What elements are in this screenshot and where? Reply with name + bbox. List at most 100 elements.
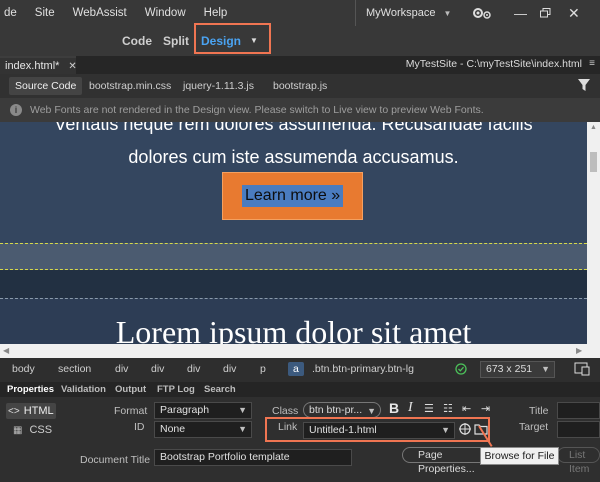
scroll-right-icon[interactable]: ▶ [576,346,582,355]
menu-item-window[interactable]: Window [137,7,196,19]
valid-check-icon [455,363,467,378]
tag-div[interactable]: div [151,363,164,375]
code-brackets-icon: <> [8,405,20,417]
format-value: Paragraph [160,404,210,416]
window-size-select[interactable]: 673 x 251 ▼ [480,361,555,378]
document-title-label: Document Title [80,454,151,466]
design-highlight-box [194,23,271,54]
section-divider [0,243,587,270]
document-tab-bar: index.html* ✕ MyTestSite - C:\myTestSite… [0,56,600,74]
italic-button[interactable]: I [408,400,413,416]
horizontal-scrollbar[interactable]: ◀ ▶ [0,344,600,358]
panel-tabs: Properties Validation Output FTP Log Sea… [0,382,600,397]
outdent-icon[interactable]: ⇤ [462,402,471,415]
document-tab[interactable]: index.html* ✕ [0,56,77,74]
bold-button[interactable]: B [389,400,399,416]
vertical-scrollbar[interactable]: ▲ [587,122,600,344]
view-switcher-bar: Code Split Design ▼ [0,26,600,56]
tab-menu-icon[interactable]: ≡ [589,58,595,69]
tag-div[interactable]: div [187,363,200,375]
document-title-input[interactable]: Bootstrap Portfolio template [154,449,352,466]
related-file-jquery[interactable]: jquery-1.11.3.js [183,80,254,92]
site-path: MyTestSite - C:\myTestSite\index.html [405,58,582,70]
page-properties-button[interactable]: Page Properties... [402,447,490,475]
chevron-down-icon: ▼ [367,406,376,416]
list-item-button[interactable]: List Item [557,447,600,475]
document-title-value: Bootstrap Portfolio template [160,451,290,463]
menu-bar: de Site WebAssist Window Help MyWorkspac… [0,0,600,26]
chevron-down-icon: ▼ [443,8,452,18]
tab-validation[interactable]: Validation [61,384,106,395]
target-label: Target [519,421,549,433]
separator [355,0,356,26]
learn-more-button[interactable]: Learn more » [222,172,363,220]
tab-search[interactable]: Search [204,384,236,395]
class-select[interactable]: btn btn-pr... ▼ [303,402,381,418]
title-input[interactable] [557,402,600,419]
code-view-button[interactable]: Code [122,34,152,48]
format-select[interactable]: Paragraph ▼ [154,402,252,419]
format-label: Format [114,405,148,417]
chevron-down-icon: ▼ [238,424,247,434]
scroll-thumb[interactable] [590,152,597,172]
workspace-switcher[interactable]: MyWorkspace ▼ [366,0,451,26]
related-file-bootstrap-css[interactable]: bootstrap.min.css [89,80,171,92]
link-highlight-box [265,417,490,442]
tag-selector-classes[interactable]: .btn.btn-primary.btn-lg [312,363,414,375]
split-view-button[interactable]: Split [163,34,189,48]
browse-for-file-tooltip: Browse for File [480,447,559,465]
properties-panel: <> HTML ▦ CSS Format Paragraph ▼ ID None… [0,397,600,482]
class-label: Class [272,405,299,417]
id-value: None [160,423,186,435]
id-select[interactable]: None ▼ [154,421,252,438]
css-grid-icon: ▦ [13,424,23,436]
css-mode-button[interactable]: ▦ CSS [13,424,52,436]
tag-section[interactable]: section [58,363,91,375]
ordered-list-icon[interactable]: ☷ [443,402,453,415]
chevron-down-icon: ▼ [238,405,247,415]
design-canvas[interactable]: Veritatis neque rem dolores assumenda. R… [0,122,587,344]
target-select[interactable] [557,421,600,438]
tag-selector-bar: body section div div div div p a .btn.bt… [0,358,600,382]
related-file-source-code[interactable]: Source Code [9,77,83,95]
class-value: btn btn-pr... [309,404,363,416]
scroll-left-icon[interactable]: ◀ [3,346,9,355]
menu-item-help[interactable]: Help [196,7,238,19]
tab-properties[interactable]: Properties [7,384,54,395]
tab-ftp-log[interactable]: FTP Log [157,384,195,395]
tab-output[interactable]: Output [115,384,146,395]
learn-more-label: Learn more » [242,185,344,207]
device-preview-icon[interactable] [574,362,590,379]
tag-div[interactable]: div [223,363,236,375]
unordered-list-icon[interactable]: ☰ [424,402,434,415]
minimize-icon[interactable]: — [514,0,527,26]
list-item-label: List Item [569,449,590,475]
menu-item-de[interactable]: de [4,7,27,19]
indent-icon[interactable]: ⇥ [481,402,490,415]
tag-a[interactable]: a [288,362,304,376]
tag-div[interactable]: div [115,363,128,375]
info-bar: i Web Fonts are not rendered in the Desi… [0,98,600,122]
html-mode-label: HTML [23,405,54,417]
html-mode-button[interactable]: <> HTML [6,403,56,419]
menu-item-webassist[interactable]: WebAssist [65,7,137,19]
tag-p[interactable]: p [260,363,266,375]
filter-icon[interactable] [578,79,590,95]
chevron-down-icon: ▼ [541,364,550,374]
tag-body[interactable]: body [12,363,35,375]
scroll-up-icon[interactable]: ▲ [590,124,597,131]
page-properties-label: Page Properties... [418,449,475,475]
restore-icon[interactable] [540,0,551,26]
css-mode-label: CSS [29,424,53,436]
info-message: Web Fonts are not rendered in the Design… [30,104,484,116]
hero-text-line-2: dolores cum iste assumenda accusamus. [128,147,459,167]
hero-text-line-1: Veritatis neque rem dolores assumenda. R… [54,122,533,134]
menu-item-site[interactable]: Site [27,7,65,19]
document-tab-label: index.html* [5,60,60,72]
tab-close-icon[interactable]: ✕ [68,61,76,72]
sync-settings-icon[interactable] [472,0,494,26]
close-icon[interactable]: ✕ [568,0,580,26]
workspace-label: MyWorkspace [366,7,436,19]
related-file-bootstrap-js[interactable]: bootstrap.js [273,80,327,92]
section-heading: Lorem ipsum dolor sit amet [115,314,472,344]
